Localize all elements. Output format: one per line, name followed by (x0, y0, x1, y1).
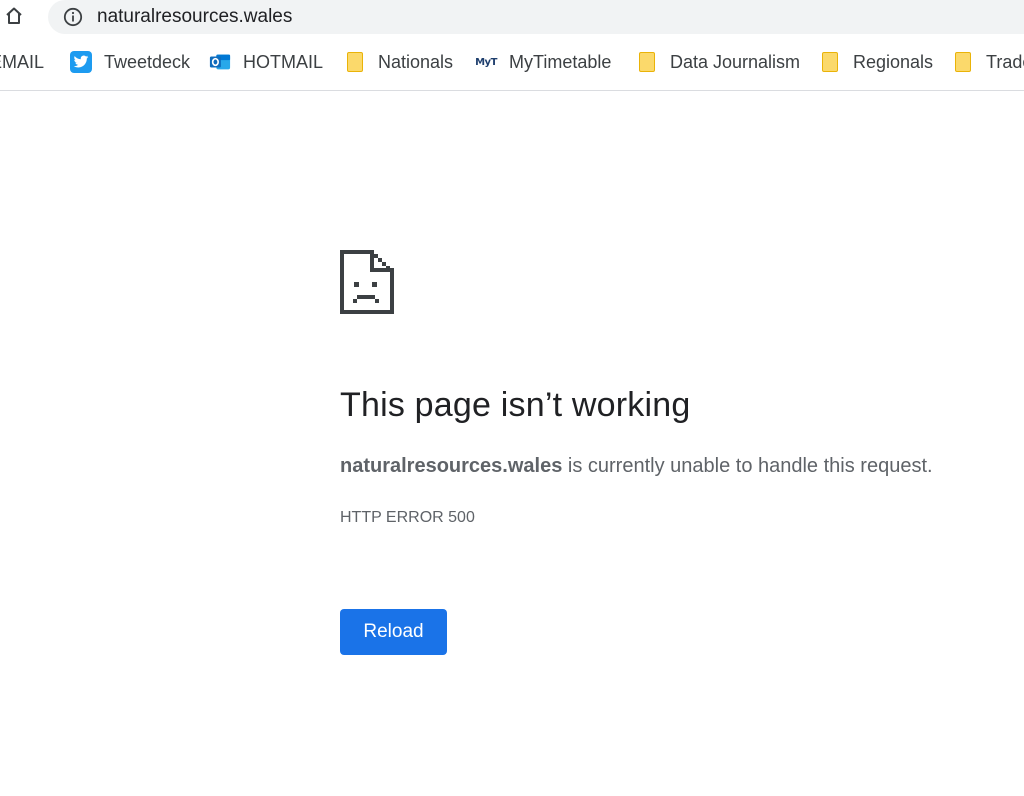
bookmark-label: Trade (986, 51, 1024, 72)
site-info-icon[interactable] (62, 6, 84, 28)
bookmarks-bar: EMAIL Tweetdeck HOTMAIL (0, 46, 1024, 78)
home-icon (6, 7, 22, 24)
bookmark-tweetdeck[interactable]: Tweetdeck (70, 50, 190, 74)
home-button[interactable] (2, 4, 26, 28)
reload-button[interactable]: Reload (340, 609, 447, 655)
error-message-text: is currently unable to handle this reque… (562, 455, 933, 477)
bookmark-folder-regionals[interactable]: Regionals (819, 50, 933, 74)
sad-page-icon (340, 250, 394, 314)
bookmark-label: Regionals (853, 51, 934, 72)
browser-toolbar: naturalresources.wales EMAIL Tweetdeck (0, 0, 1024, 91)
folder-icon (636, 51, 658, 73)
mytimetable-icon: MyT (475, 56, 497, 68)
error-host: naturalresources.wales (340, 455, 563, 477)
bookmark-folder-nationals[interactable]: Nationals (344, 50, 453, 74)
error-title: This page isn’t working (340, 386, 691, 424)
bookmark-mytimetable[interactable]: MyT MyTimetable (475, 50, 611, 74)
bookmark-label: Data Journalism (670, 51, 801, 72)
bookmark-label: MyTimetable (509, 51, 612, 72)
bookmark-email[interactable]: EMAIL (0, 50, 44, 74)
address-bar[interactable]: naturalresources.wales (48, 0, 1024, 34)
bookmark-label: Tweetdeck (104, 51, 191, 72)
error-message: naturalresources.wales is currently unab… (340, 452, 933, 480)
bookmark-hotmail[interactable]: HOTMAIL (209, 50, 323, 74)
outlook-icon (209, 51, 231, 73)
error-code: HTTP ERROR 500 (340, 509, 475, 526)
folder-icon (952, 51, 974, 73)
twitter-icon (70, 51, 92, 73)
bookmark-label: Nationals (378, 51, 454, 72)
folder-icon (344, 51, 366, 73)
address-bar-url[interactable]: naturalresources.wales (97, 6, 292, 28)
folder-icon (819, 51, 841, 73)
bookmark-label: EMAIL (0, 51, 45, 72)
bookmark-folder-trade[interactable]: Trade (952, 50, 1024, 74)
bookmark-label: HOTMAIL (243, 51, 324, 72)
bookmark-folder-data-journalism[interactable]: Data Journalism (636, 50, 800, 74)
